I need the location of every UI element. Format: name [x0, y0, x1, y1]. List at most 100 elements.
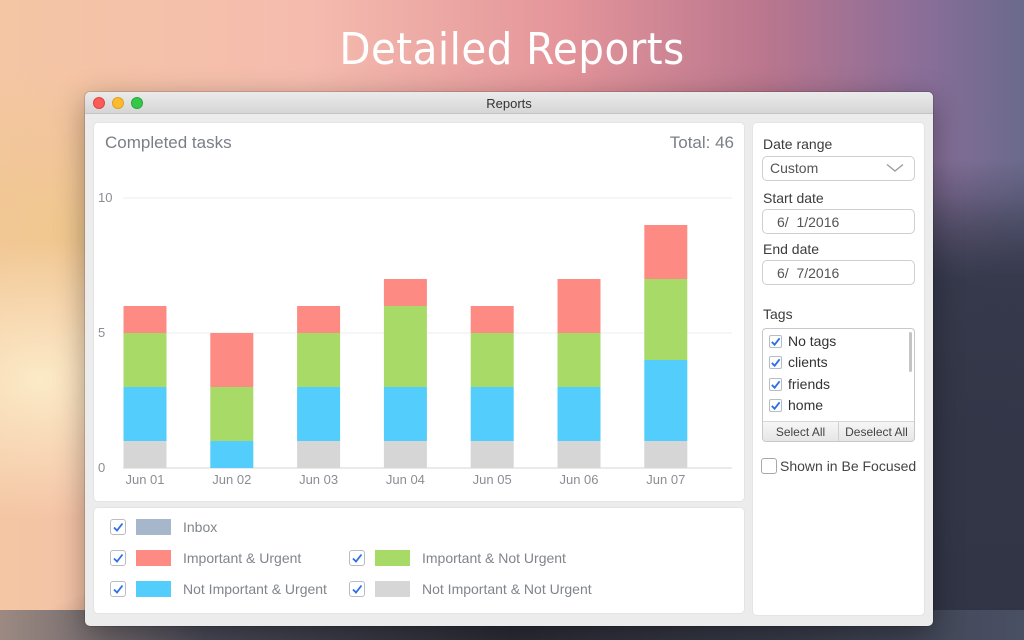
tags-button-bar: Select All Deselect All [763, 421, 914, 441]
bar-segment [470, 306, 514, 333]
tag-label: No tags [788, 333, 837, 349]
tag-checkbox[interactable] [769, 398, 782, 412]
bar-segment [210, 441, 254, 468]
bar-segment [297, 306, 341, 333]
checkmark-icon [352, 584, 363, 594]
tag-item-clients[interactable]: clients [769, 354, 828, 370]
x-tick-label: Jun 06 [559, 472, 598, 487]
bar-segment [297, 387, 341, 441]
bar-segment [644, 441, 688, 468]
shown-in-be-focused-label: Shown in Be Focused [780, 458, 917, 474]
tag-item-no-tags[interactable]: No tags [769, 333, 836, 349]
legend-checkbox[interactable] [110, 581, 126, 597]
bar-segment [557, 441, 601, 468]
checkmark-icon [771, 337, 781, 346]
tag-label: home [788, 397, 824, 413]
y-tick-label: 5 [98, 325, 105, 340]
checkmark-icon [113, 522, 124, 532]
select-all-button[interactable]: Select All [763, 422, 838, 441]
deselect-all-button[interactable]: Deselect All [838, 422, 914, 441]
bar-segment [123, 306, 167, 333]
legend-item-not-important-not-urgent[interactable]: Not Important & Not Urgent [349, 581, 592, 597]
legend-swatch [136, 519, 171, 535]
checkmark-icon [113, 553, 124, 563]
legend-label: Important & Not Urgent [422, 550, 566, 566]
bar-segment [297, 441, 341, 468]
shown-in-be-focused-option[interactable]: Shown in Be Focused [761, 458, 916, 474]
bar-segment [297, 333, 341, 387]
legend-swatch [136, 581, 171, 597]
legend-checkbox[interactable] [349, 581, 365, 597]
bar-segment [210, 387, 254, 441]
bar-segment [470, 441, 514, 468]
legend-label: Not Important & Not Urgent [422, 581, 592, 597]
legend-item-important-not-urgent[interactable]: Important & Not Urgent [349, 550, 566, 566]
tag-item-home[interactable]: home [769, 397, 823, 413]
legend-swatch [375, 550, 410, 566]
bar-segment [210, 333, 254, 387]
x-tick-label: Jun 04 [386, 472, 425, 487]
start-date-field[interactable]: 6/ 1/2016 [762, 209, 915, 234]
chart-panel: Completed tasks Total: 46 0 5 10 Jun 01 Jun … [94, 123, 744, 501]
legend-swatch [375, 581, 410, 597]
x-tick-label: Jun 03 [299, 472, 338, 487]
bar-segment [644, 360, 688, 441]
legend-panel: Inbox Important & Urgent Important & Not… [94, 508, 744, 613]
bar-segment [557, 387, 601, 441]
end-date-label: End date [763, 241, 820, 257]
bar-segment [470, 387, 514, 441]
legend-checkbox[interactable] [110, 519, 126, 535]
bar-segment [644, 225, 688, 279]
tag-label: clients [788, 354, 828, 370]
bar-segment [383, 279, 427, 306]
tag-checkbox[interactable] [769, 355, 782, 369]
reports-window: Reports Completed tasks Total: 46 0 5 10 Ju… [85, 92, 933, 626]
titlebar[interactable]: Reports [85, 92, 933, 114]
checkmark-icon [771, 380, 781, 389]
x-tick-label: Jun 01 [125, 472, 164, 487]
checkmark-icon [771, 358, 781, 367]
legend-item-important-urgent[interactable]: Important & Urgent [110, 550, 301, 566]
bar-segment [644, 279, 688, 360]
legend-checkbox[interactable] [110, 550, 126, 566]
shown-in-be-focused-checkbox[interactable] [761, 458, 777, 474]
legend-label: Important & Urgent [183, 550, 302, 566]
tags-label: Tags [763, 306, 793, 322]
x-tick-label: Jun 02 [212, 472, 251, 487]
tag-checkbox[interactable] [769, 334, 782, 348]
filter-panel: Date range Custom Start date 6/ 1/2016 E… [753, 123, 924, 615]
bar-segment [557, 279, 601, 333]
checkmark-icon [113, 584, 124, 594]
x-tick-label: Jun 05 [473, 472, 512, 487]
bar-segment [123, 333, 167, 387]
stacked-bar-chart: 0 5 10 Jun 01 Jun 02 Jun 03 Jun 04 Jun 05 Jun 06… [98, 190, 732, 487]
checkmark-icon [352, 553, 363, 563]
legend-item-not-important-urgent[interactable]: Not Important & Urgent [110, 581, 327, 597]
end-date-field[interactable]: 6/ 7/2016 [762, 260, 915, 285]
y-tick-label: 10 [98, 190, 112, 205]
y-tick-label: 0 [98, 460, 105, 475]
legend-item-inbox[interactable]: Inbox [110, 519, 217, 535]
tags-scrollbar[interactable] [909, 332, 912, 372]
hero-title: Detailed Reports [339, 24, 685, 75]
legend-swatch [136, 550, 171, 566]
window-title: Reports [486, 96, 532, 111]
tag-checkbox[interactable] [769, 377, 782, 391]
date-range-select[interactable]: Custom [762, 156, 915, 181]
checkmark-icon [771, 401, 781, 410]
bar-segment [557, 333, 601, 387]
legend-label: Not Important & Urgent [183, 581, 327, 597]
bar-segment [470, 333, 514, 387]
tag-label: friends [788, 376, 831, 392]
x-tick-label: Jun 07 [646, 472, 685, 487]
chevron-down-icon [886, 163, 904, 172]
date-range-label: Date range [763, 136, 833, 152]
bar-segment [383, 441, 427, 468]
date-range-value: Custom [770, 160, 819, 176]
bar-segment [383, 306, 427, 387]
start-date-label: Start date [763, 190, 824, 206]
legend-checkbox[interactable] [349, 550, 365, 566]
tag-item-friends[interactable]: friends [769, 376, 830, 392]
bar-segment [383, 387, 427, 441]
tags-list[interactable]: No tags clients friends home Select All … [762, 328, 915, 442]
